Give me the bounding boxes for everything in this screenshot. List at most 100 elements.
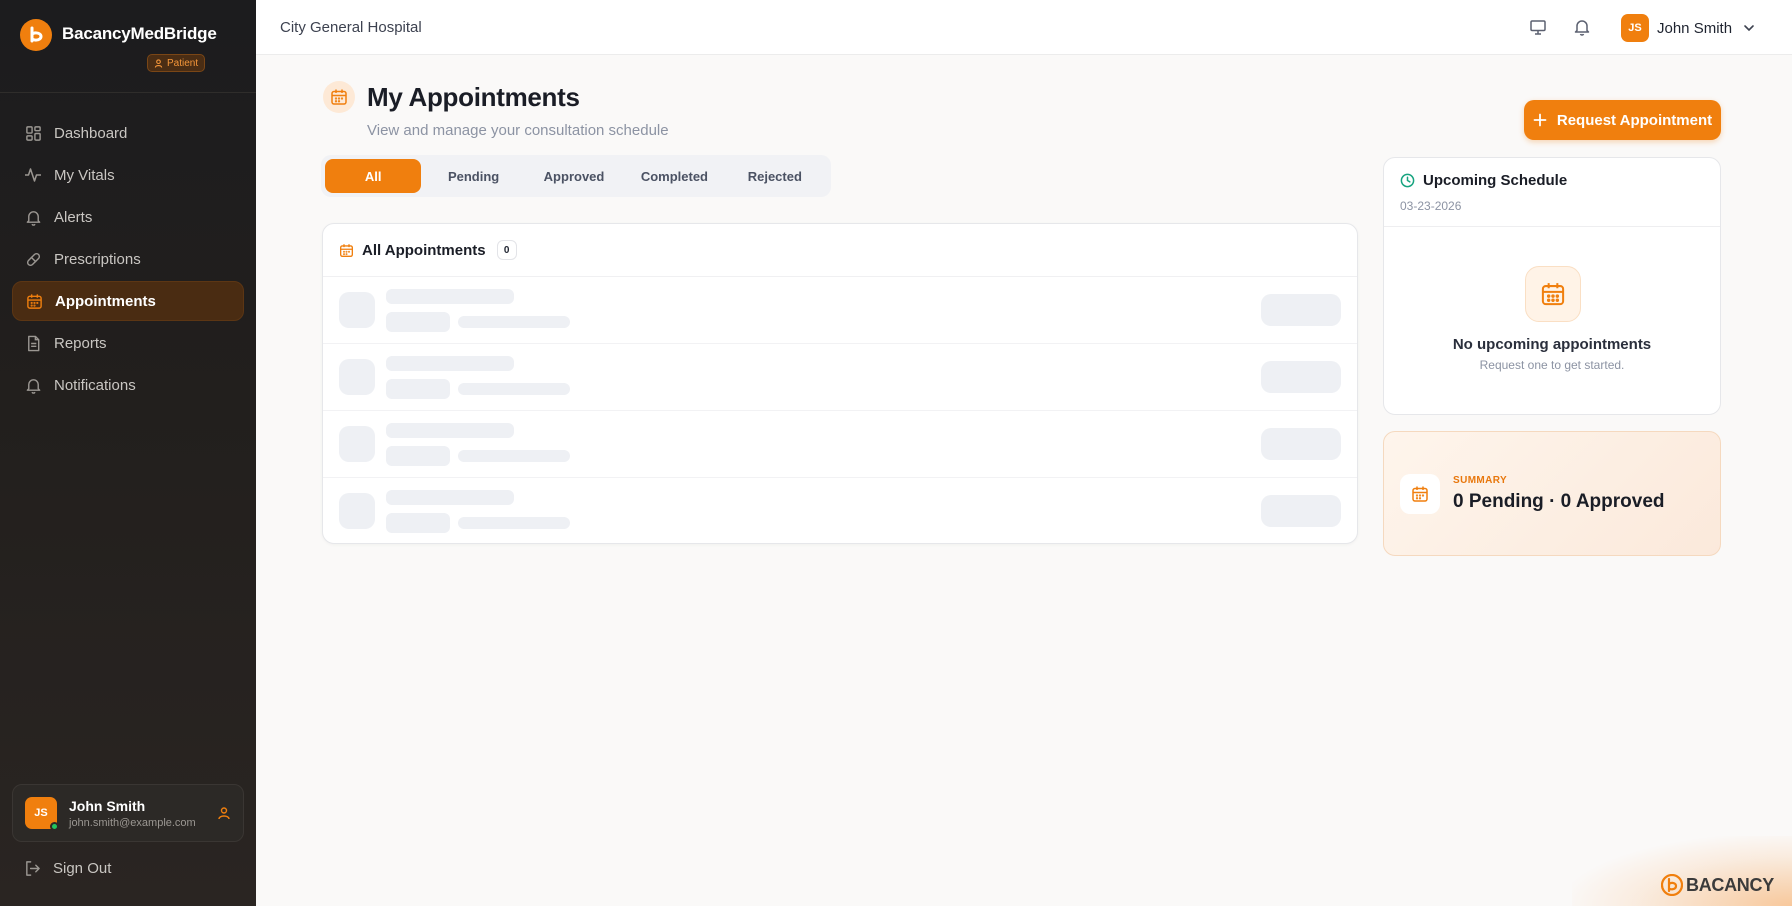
calendar-icon	[323, 81, 355, 113]
list-header: All Appointments 0	[323, 224, 1357, 277]
skeleton-line	[386, 490, 514, 505]
sidebar-item-label: Appointments	[55, 292, 156, 310]
list-title: All Appointments	[362, 241, 486, 259]
sidebar-item-label: Prescriptions	[54, 250, 141, 268]
sidebar-item-my-vitals[interactable]: My Vitals	[12, 155, 244, 195]
activity-icon	[24, 166, 42, 184]
sidebar-item-dashboard[interactable]: Dashboard	[12, 113, 244, 153]
person-icon	[154, 58, 163, 68]
skeleton-row	[323, 478, 1357, 545]
sidebar-item-label: Dashboard	[54, 124, 128, 142]
upcoming-date: 03-23-2026	[1400, 199, 1462, 213]
sidebar-item-appointments[interactable]: Appointments	[12, 281, 244, 321]
grid-icon	[24, 124, 42, 142]
skeleton-line	[386, 289, 514, 304]
sidebar-divider	[0, 92, 256, 93]
skeleton-avatar	[339, 359, 375, 395]
sign-out-button[interactable]: Sign Out	[24, 860, 111, 877]
page-subtitle: View and manage your consultation schedu…	[367, 122, 669, 139]
summary-value: 0 Pending · 0 Approved	[1453, 491, 1665, 512]
user-email: john.smith@example.com	[69, 816, 196, 829]
skeleton-line	[386, 312, 450, 332]
empty-state-title: No upcoming appointments	[1452, 336, 1652, 353]
skeleton-button	[1261, 428, 1341, 460]
sidebar-nav: Dashboard My Vitals Alerts Prescriptions…	[12, 113, 244, 407]
empty-state-subtitle: Request one to get started.	[1479, 358, 1625, 372]
tab-completed[interactable]: Completed	[626, 159, 722, 193]
hospital-name: City General Hospital	[280, 19, 422, 36]
skeleton-line	[386, 446, 450, 466]
sidebar-item-alerts[interactable]: Alerts	[12, 197, 244, 237]
skeleton-line	[458, 450, 570, 462]
avatar: JS	[25, 797, 59, 831]
tab-pending[interactable]: Pending	[425, 159, 521, 193]
skeleton-line	[386, 356, 514, 371]
skeleton-row	[323, 411, 1357, 478]
avatar: JS	[1621, 14, 1649, 42]
user-info: John Smith john.smith@example.com	[69, 798, 196, 829]
bacancy-logo-icon	[1661, 874, 1683, 896]
tab-rejected[interactable]: Rejected	[727, 159, 823, 193]
calendar-icon	[25, 292, 43, 310]
sidebar-item-label: Reports	[54, 334, 107, 352]
sidebar: BacancyMedBridge Patient Dashboard My Vi…	[0, 0, 256, 906]
skeleton-avatar	[339, 426, 375, 462]
upcoming-header: Upcoming Schedule 03-23-2026	[1384, 158, 1720, 227]
brand[interactable]: BacancyMedBridge Patient	[0, 0, 256, 72]
sidebar-item-notifications[interactable]: Notifications	[12, 365, 244, 405]
calendar-icon	[340, 243, 353, 257]
bell-icon[interactable]	[1573, 18, 1591, 36]
tab-all[interactable]: All	[325, 159, 422, 193]
request-appointment-label: Request Appointment	[1556, 111, 1713, 129]
footer-logo-text: BACANCY	[1686, 874, 1774, 895]
online-status-dot	[50, 822, 59, 831]
skeleton-button	[1261, 361, 1341, 393]
user-menu[interactable]: JS John Smith	[1621, 14, 1756, 42]
skeleton-row	[323, 277, 1357, 344]
role-badge-label: Patient	[167, 57, 199, 69]
skeleton-button	[1261, 294, 1341, 326]
sidebar-item-reports[interactable]: Reports	[12, 323, 244, 363]
user-name: John Smith	[69, 797, 146, 814]
upcoming-schedule-card: Upcoming Schedule 03-23-2026 No upcoming…	[1383, 157, 1721, 415]
calendar-icon	[1400, 474, 1440, 514]
sidebar-item-prescriptions[interactable]: Prescriptions	[12, 239, 244, 279]
upcoming-title: Upcoming Schedule	[1423, 172, 1568, 189]
appointments-list-card: All Appointments 0	[322, 223, 1358, 544]
skeleton-line	[458, 316, 570, 328]
sign-out-icon	[24, 860, 41, 877]
role-badge: Patient	[147, 54, 206, 72]
sidebar-item-label: Alerts	[54, 208, 93, 226]
bell-icon	[24, 208, 42, 226]
brand-logo-icon	[20, 19, 52, 51]
skeleton-button	[1261, 495, 1341, 527]
sign-out-label: Sign Out	[53, 860, 112, 877]
document-icon	[24, 334, 42, 352]
tab-approved[interactable]: Approved	[526, 159, 622, 193]
skeleton-line	[458, 517, 570, 529]
summary-card: SUMMARY 0 Pending · 0 Approved	[1383, 431, 1721, 556]
brand-name: BacancyMedBridge	[62, 24, 217, 43]
skeleton-line	[386, 423, 514, 438]
person-icon	[217, 806, 231, 825]
clock-icon	[1400, 173, 1415, 188]
sidebar-item-label: Notifications	[54, 376, 136, 394]
page-title: My Appointments	[367, 82, 580, 112]
request-appointment-button[interactable]: Request Appointment	[1524, 100, 1721, 140]
sidebar-item-label: My Vitals	[54, 166, 115, 184]
user-name: John Smith	[1657, 19, 1733, 37]
monitor-icon[interactable]	[1529, 18, 1547, 36]
topbar: City General Hospital JS John Smith	[256, 0, 1792, 55]
footer-logo: BACANCY	[1661, 874, 1774, 896]
skeleton-line	[458, 383, 570, 395]
status-tabs: All Pending Approved Completed Rejected	[321, 155, 831, 197]
skeleton-line	[386, 513, 450, 533]
skeleton-row	[323, 344, 1357, 411]
summary-label: SUMMARY	[1453, 475, 1508, 486]
calendar-icon	[1525, 266, 1581, 322]
sidebar-user-card[interactable]: JS John Smith john.smith@example.com	[12, 784, 244, 842]
bell-icon	[24, 376, 42, 394]
skeleton-line	[386, 379, 450, 399]
plus-icon	[1533, 113, 1547, 127]
chevron-down-icon	[1742, 21, 1756, 35]
